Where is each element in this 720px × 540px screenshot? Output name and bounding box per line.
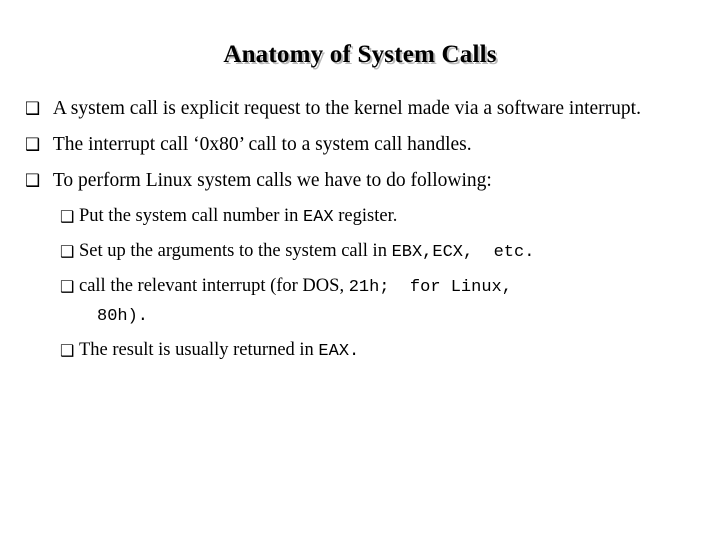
bullet-text: The interrupt call ‘0x80’ call to a syst…: [48, 134, 472, 155]
sub-bullet-text: Set up the arguments to the system call …: [79, 241, 392, 261]
slide-canvas: Anatomy of System Calls ❑ A system call …: [0, 0, 720, 540]
bullet-square-icon: ❑: [25, 171, 41, 191]
bullet-item: ❑ To perform Linux system calls we have …: [22, 168, 706, 193]
bullet-square-icon: ❑: [60, 341, 75, 360]
sub-bullet-item: ❑ The result is usually returned in EAX.: [22, 338, 706, 364]
sub-bullet-item: ❑ Put the system call number in EAX regi…: [22, 204, 706, 230]
bullet-square-icon: ❑: [25, 99, 41, 119]
bullet-text: To perform Linux system calls we have to…: [48, 170, 492, 191]
sub-bullet-continuation: 80h).: [22, 303, 706, 329]
bullet-text: A system call is explicit request to the…: [48, 98, 641, 119]
bullet-square-icon: ❑: [60, 277, 75, 296]
code-register: EAX: [303, 208, 334, 227]
sub-bullet-text: The result is usually returned in: [79, 340, 319, 360]
page-title: Anatomy of System Calls: [223, 41, 497, 68]
bullet-square-icon: ❑: [60, 207, 75, 226]
code-register: EAX.: [318, 342, 360, 361]
sub-bullet-text-tail: register.: [333, 206, 398, 226]
sub-bullet-text: Put the system call number in: [79, 206, 304, 226]
bullet-item: ❑ A system call is explicit request to t…: [22, 96, 706, 121]
code-interrupt: 21h; for Linux,: [348, 278, 512, 297]
slide-body: ❑ A system call is explicit request to t…: [22, 96, 706, 373]
sub-bullet-text: call the relevant interrupt (for DOS,: [79, 276, 349, 296]
bullet-square-icon: ❑: [60, 242, 75, 261]
sub-bullet-item: ❑ call the relevant interrupt (for DOS, …: [22, 274, 706, 300]
sub-bullet-item: ❑ Set up the arguments to the system cal…: [22, 239, 706, 265]
code-interrupt-continued: 80h).: [97, 307, 149, 326]
bullet-square-icon: ❑: [25, 135, 41, 155]
code-register: EBX,ECX, etc.: [391, 243, 535, 262]
bullet-item: ❑ The interrupt call ‘0x80’ call to a sy…: [22, 132, 706, 157]
